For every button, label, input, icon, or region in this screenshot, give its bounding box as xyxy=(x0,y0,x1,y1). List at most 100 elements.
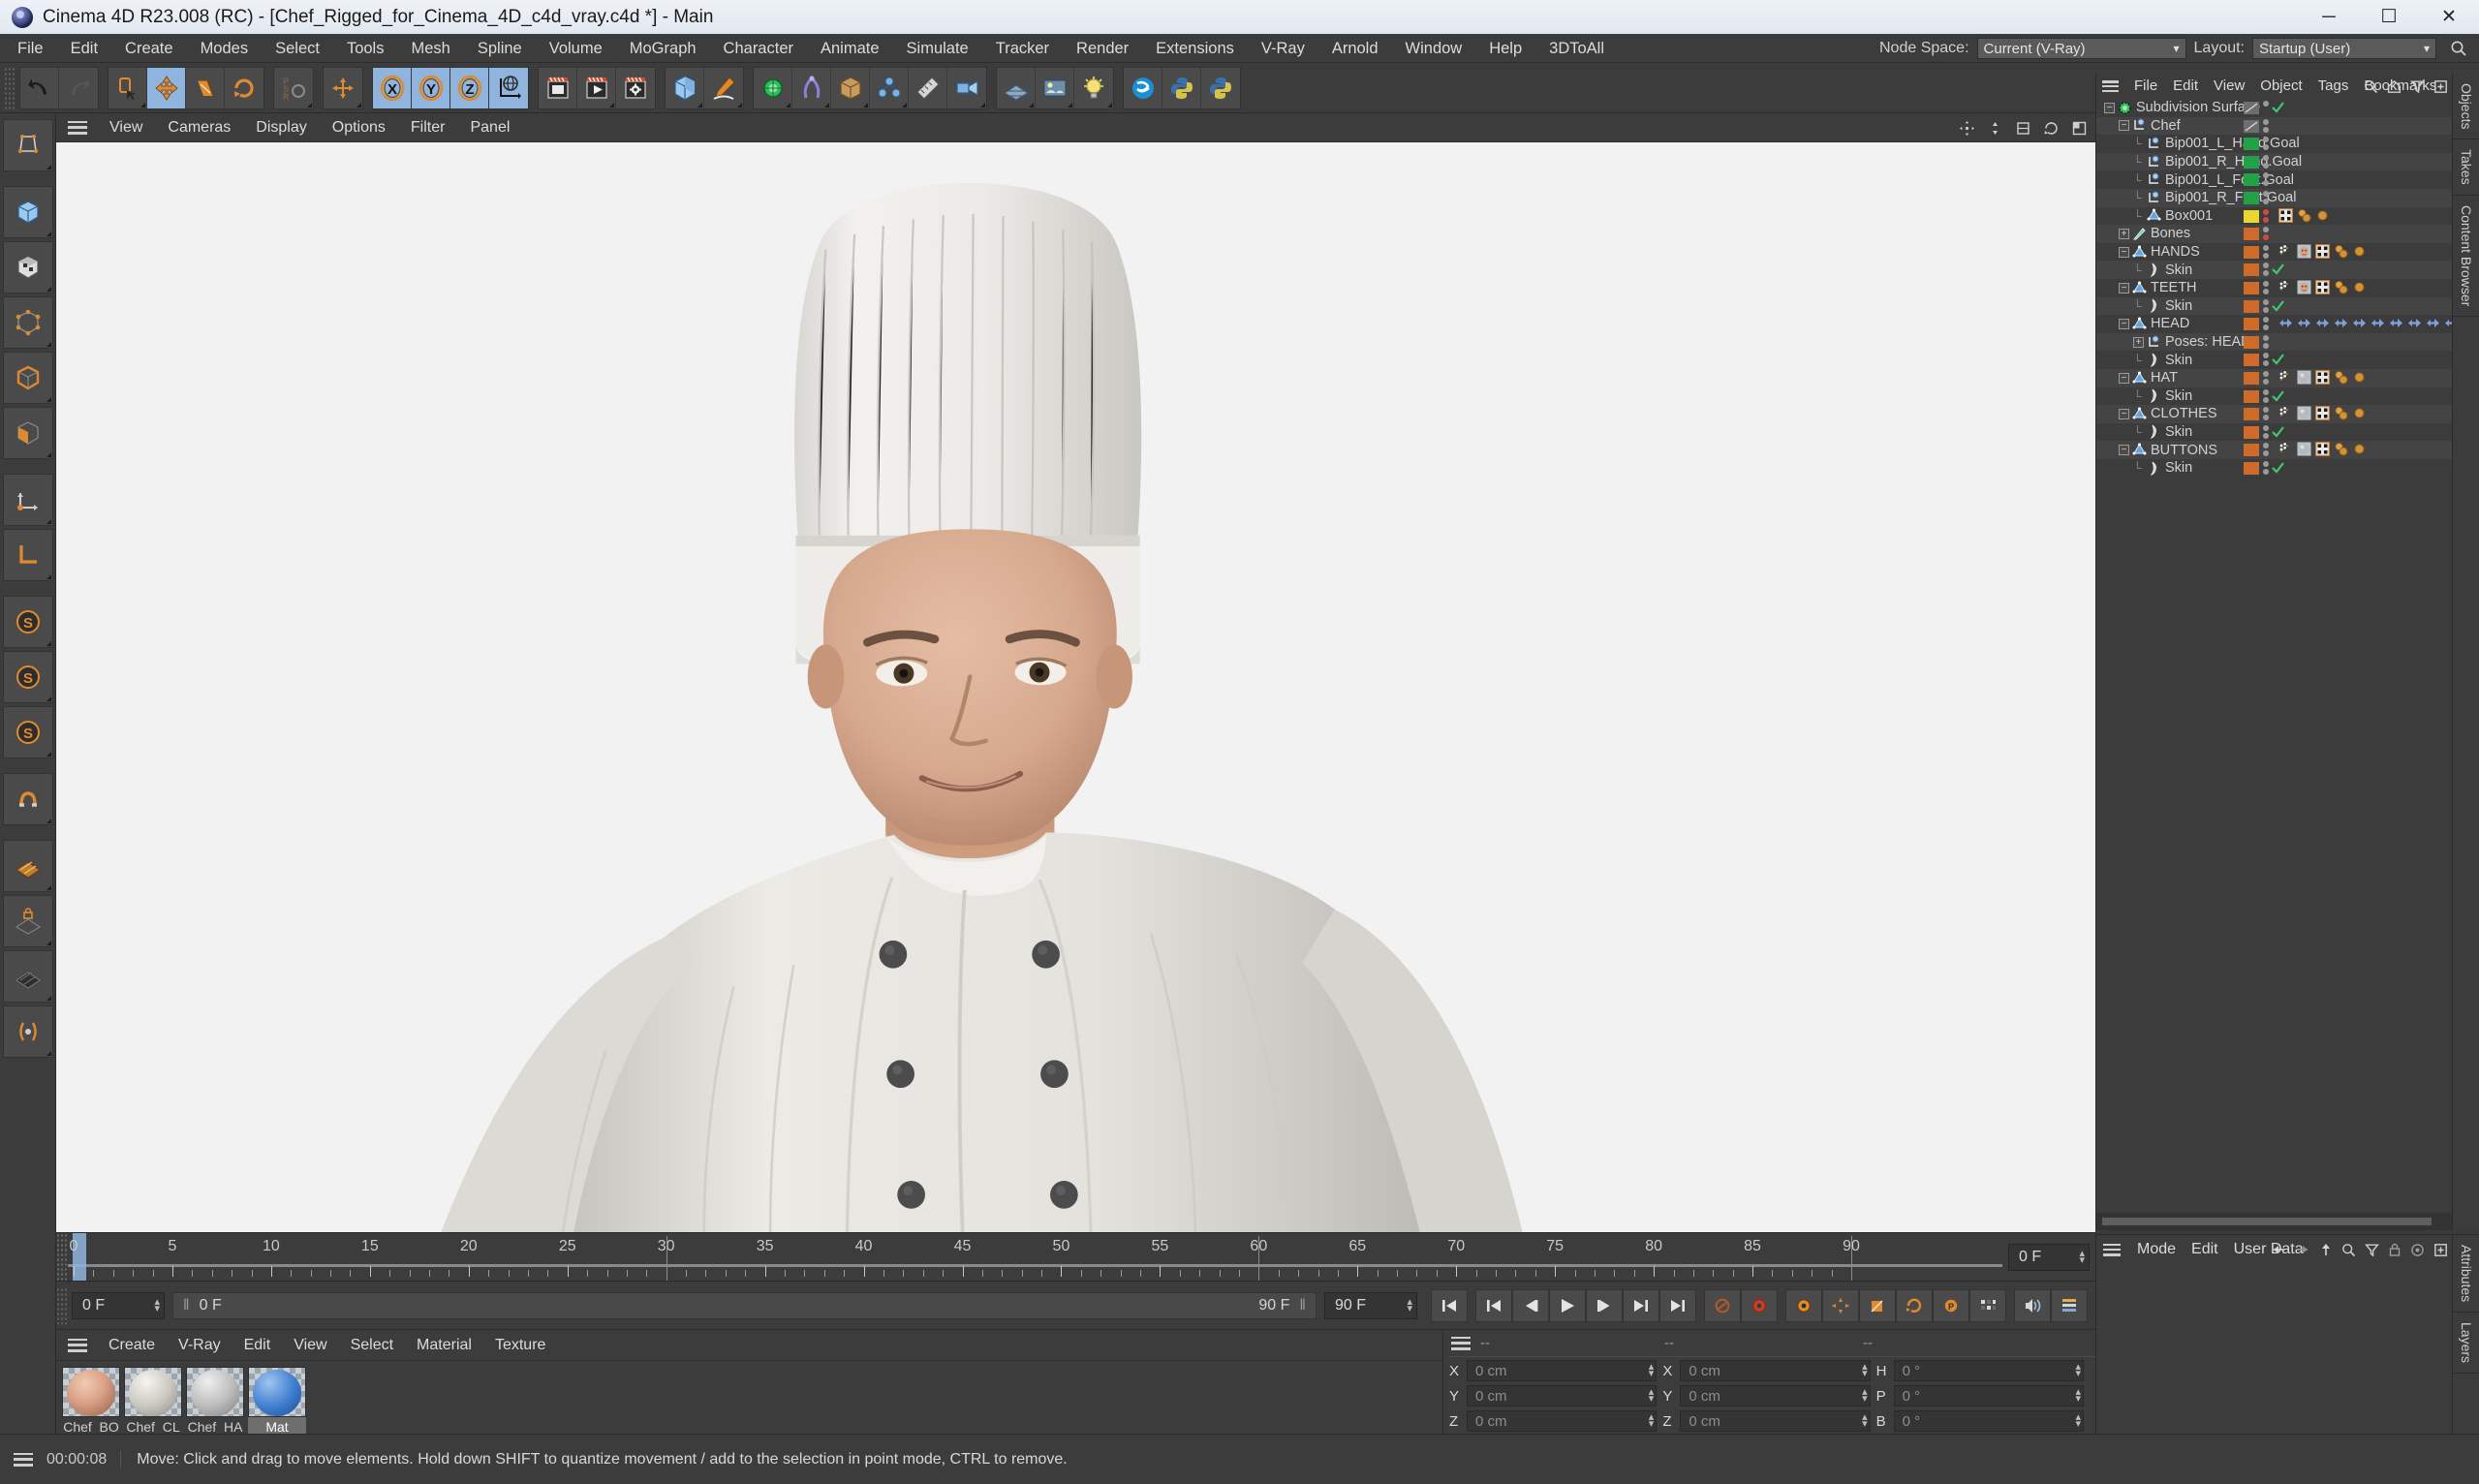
material-hamburger-icon[interactable] xyxy=(68,1338,87,1352)
maximize-view-icon[interactable] xyxy=(2071,120,2088,137)
material-item[interactable]: Mat xyxy=(248,1367,306,1435)
coord-position-input[interactable]: 0 cm ▴ ▾ xyxy=(1467,1410,1658,1432)
visibility-dot[interactable] xyxy=(2263,118,2269,125)
more-options-corner-icon[interactable] xyxy=(46,397,51,402)
visibility-dot[interactable] xyxy=(2263,432,2269,439)
material-menu-view[interactable]: View xyxy=(282,1330,338,1361)
go-to-end-button[interactable] xyxy=(1659,1288,1696,1322)
more-options-corner-icon[interactable] xyxy=(980,102,985,108)
material-tag-icon[interactable] xyxy=(2297,208,2311,223)
menu-item-select[interactable]: Select xyxy=(262,34,333,63)
more-options-corner-icon[interactable] xyxy=(46,996,51,1001)
material-menu-edit[interactable]: Edit xyxy=(232,1330,283,1361)
material-menu-texture[interactable]: Texture xyxy=(483,1330,557,1361)
layer-color-swatch[interactable] xyxy=(2244,299,2259,313)
visibility-dots[interactable] xyxy=(2263,137,2270,152)
up-arrow-icon[interactable] xyxy=(2319,1242,2333,1257)
object-tree-row[interactable]: − BUTTONS xyxy=(2096,441,2452,459)
add-bend-deformer-button[interactable] xyxy=(792,67,831,108)
grey-mat-tag-icon[interactable] xyxy=(2297,406,2311,420)
visibility-dot[interactable] xyxy=(2263,306,2269,313)
layer-color-swatch[interactable] xyxy=(2244,119,2259,133)
menu-item-simulate[interactable]: Simulate xyxy=(893,34,982,63)
object-tree-row[interactable]: − HAT xyxy=(2096,368,2452,387)
material-menu-material[interactable]: Material xyxy=(405,1330,483,1361)
visibility-dot[interactable] xyxy=(2263,198,2269,204)
more-options-corner-icon[interactable] xyxy=(1068,102,1072,108)
sound-button[interactable] xyxy=(2014,1288,2051,1322)
layer-color-swatch[interactable] xyxy=(2244,461,2259,475)
object-tree-row[interactable]: └ Bip001_R_Foot.Goal xyxy=(2096,188,2452,207)
spinner-icon[interactable]: ▴ ▾ xyxy=(1862,1387,1868,1405)
visibility-dot[interactable] xyxy=(2263,317,2269,324)
forward-arrow-icon[interactable] xyxy=(2295,1243,2310,1256)
object-tree-row[interactable]: └ Skin xyxy=(2096,423,2452,442)
more-options-corner-icon[interactable] xyxy=(46,574,51,579)
coord-position-input[interactable]: 0 cm ▴ ▾ xyxy=(1467,1385,1658,1407)
object-tree-row[interactable]: └ Skin xyxy=(2096,296,2452,316)
menu-item-v-ray[interactable]: V-Ray xyxy=(1248,34,1318,63)
filter-icon[interactable] xyxy=(2365,1243,2379,1257)
visibility-dot[interactable] xyxy=(2263,424,2269,431)
spinner-icon[interactable]: ▴ ▾ xyxy=(2079,1248,2085,1265)
more-options-corner-icon[interactable] xyxy=(609,102,614,108)
material-item[interactable]: Chef_CL xyxy=(124,1367,182,1435)
add-cube-button[interactable] xyxy=(666,67,704,108)
texture-mode-button[interactable] xyxy=(2,241,53,294)
zoom-camera-icon[interactable] xyxy=(1987,120,2003,137)
go-to-start-button[interactable] xyxy=(1431,1288,1468,1322)
coord-size-input[interactable]: 0 cm ▴ ▾ xyxy=(1680,1385,1871,1407)
tree-expander-toggle[interactable]: − xyxy=(2119,445,2129,456)
material-preview[interactable] xyxy=(248,1367,306,1417)
more-options-corner-icon[interactable] xyxy=(697,102,702,108)
material2-tag-icon[interactable] xyxy=(2352,442,2367,456)
make-editable-button[interactable] xyxy=(2,119,53,171)
spinner-icon[interactable]: ▴ ▾ xyxy=(2075,1412,2081,1430)
filter-icon[interactable] xyxy=(2410,79,2425,94)
visibility-dot[interactable] xyxy=(2263,353,2269,359)
layer-color-swatch[interactable] xyxy=(2244,102,2259,114)
more-options-corner-icon[interactable] xyxy=(46,519,51,524)
menu-item-character[interactable]: Character xyxy=(710,34,807,63)
more-options-corner-icon[interactable] xyxy=(1107,102,1112,108)
add-subdivision-surface-button[interactable] xyxy=(754,67,792,108)
object-tree-row[interactable]: └ Bip001_L_Hand.Goal xyxy=(2096,135,2452,153)
more-options-corner-icon[interactable] xyxy=(46,232,51,236)
material2-tag-icon[interactable] xyxy=(2315,208,2330,223)
axis-z-button[interactable]: Z xyxy=(450,67,489,108)
move-axis-button[interactable] xyxy=(324,68,362,108)
parameter-key-button[interactable]: P xyxy=(1933,1288,1969,1322)
visibility-dot[interactable] xyxy=(2263,154,2269,161)
tab-takes[interactable]: Takes xyxy=(2453,139,2479,197)
visibility-dot[interactable] xyxy=(2263,370,2269,377)
search-icon[interactable] xyxy=(2341,1243,2356,1257)
playback-grip[interactable] xyxy=(56,1286,68,1324)
viewport-menu-options[interactable]: Options xyxy=(320,113,398,142)
spinner-icon[interactable]: ▴ ▾ xyxy=(1649,1362,1655,1379)
material-preview[interactable] xyxy=(124,1367,182,1417)
tab-attributes[interactable]: Attributes xyxy=(2453,1235,2479,1314)
tab-layers[interactable]: Layers xyxy=(2453,1313,2479,1375)
add-array-button[interactable] xyxy=(870,67,909,108)
live-selection-button[interactable] xyxy=(108,67,147,108)
edges-mode-button[interactable] xyxy=(2,352,53,404)
spinner-icon[interactable]: ▴ ▾ xyxy=(2075,1362,2081,1379)
spinner-icon[interactable]: ▴ ▾ xyxy=(154,1296,160,1314)
visibility-dot[interactable] xyxy=(2263,288,2269,294)
pose-morph-tag-icon[interactable] xyxy=(2389,316,2403,330)
add-light-button[interactable] xyxy=(1074,68,1113,108)
menu-item-animate[interactable]: Animate xyxy=(807,34,893,63)
layer-color-swatch[interactable] xyxy=(2244,138,2259,151)
more-options-corner-icon[interactable] xyxy=(46,819,51,823)
skin-tex-tag-icon[interactable] xyxy=(2297,244,2311,259)
more-options-corner-icon[interactable] xyxy=(46,752,51,757)
visibility-dot[interactable] xyxy=(2263,162,2269,169)
target-icon[interactable] xyxy=(2410,1243,2425,1257)
layer-color-swatch[interactable] xyxy=(2244,281,2259,294)
layer-color-swatch[interactable] xyxy=(2244,155,2259,169)
layout-select[interactable]: Startup (User) ▾ xyxy=(2252,38,2436,59)
weight-tag-icon[interactable] xyxy=(2278,244,2293,259)
more-options-corner-icon[interactable] xyxy=(1029,102,1034,108)
step-back-button[interactable] xyxy=(1512,1288,1549,1322)
checker-tag-icon[interactable] xyxy=(2278,207,2293,223)
